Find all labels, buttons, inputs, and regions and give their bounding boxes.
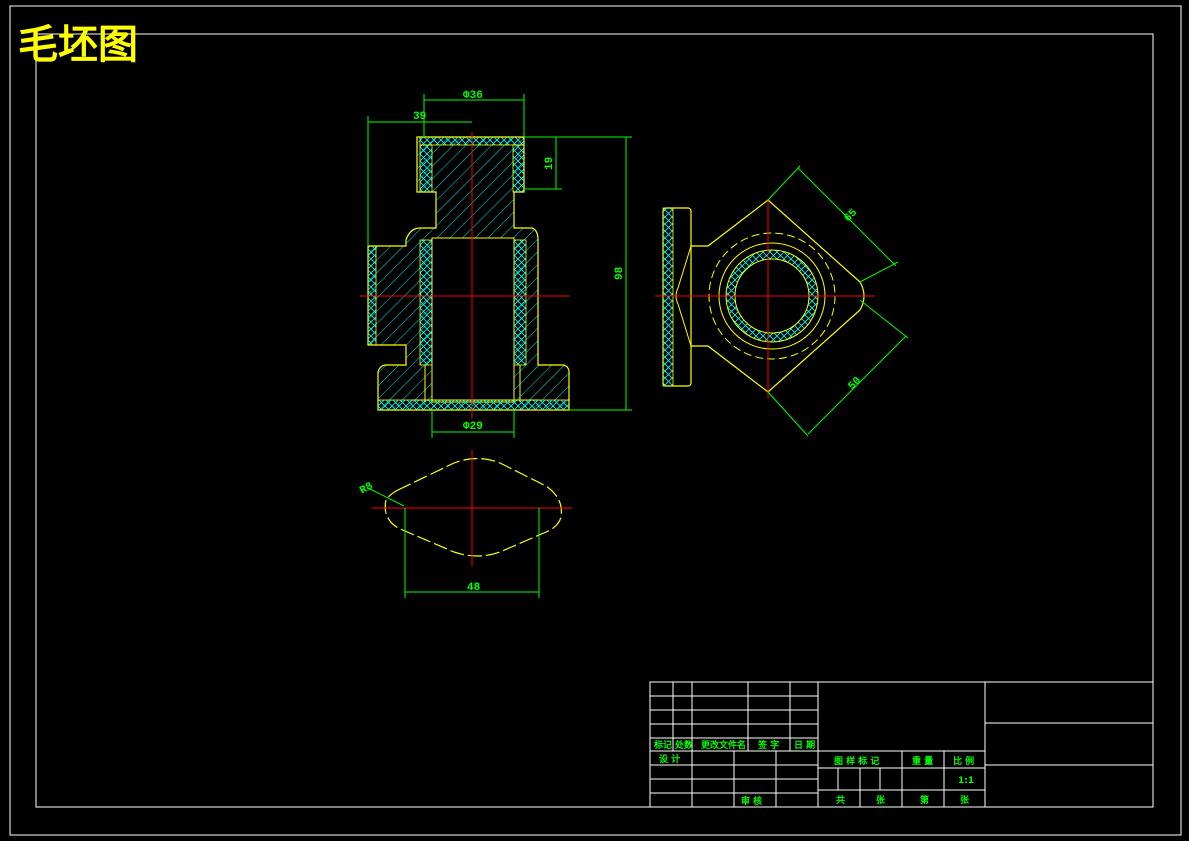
drawing-canvas: 毛坯图 Φ36 39 19 98 Φ29 65 50 R8 48 标记 处数 更…: [9, 5, 1182, 836]
tb-count: 处数: [674, 739, 694, 751]
dimension-d50-text: 50: [846, 375, 864, 393]
tb-sheet-no: 第: [920, 794, 929, 806]
dimension-d19: 19: [524, 136, 562, 190]
tb-signature: 签 字: [757, 739, 779, 751]
dimension-d29-text: Φ29: [463, 421, 483, 433]
dimension-d48-text: 48: [467, 582, 481, 594]
allowance-bottom: [377, 399, 570, 411]
side-view: 65 50: [655, 165, 909, 437]
tb-review: 审 核: [741, 795, 762, 807]
tb-design: 设 计: [659, 753, 680, 765]
dimension-d29: Φ29: [431, 410, 515, 438]
dimension-d98-text: 98: [614, 266, 626, 280]
drawing-title: 毛坯图: [18, 21, 138, 68]
allowance-bore-right: [513, 239, 527, 366]
allowance-top-right: [512, 144, 525, 193]
dimension-d36: Φ36: [423, 90, 525, 137]
tb-scale-value: 1:1: [958, 776, 974, 786]
front-view-bore: [431, 237, 515, 403]
tb-weight: 重 量: [912, 755, 933, 767]
dimension-d39-text: 39: [413, 111, 426, 123]
tb-stage-mark: 图 样 标 记: [834, 755, 879, 767]
top-view: R8 48: [358, 450, 572, 598]
tb-total: 共: [836, 794, 845, 806]
dimension-d19-text: 19: [544, 157, 556, 170]
dimension-r8: R8: [358, 480, 405, 507]
allowance-top-left: [419, 144, 433, 193]
top-view-outline: [384, 457, 562, 557]
tb-scale-label: 比 例: [953, 755, 974, 767]
allowance-bore-left: [419, 239, 433, 366]
tb-page: 张: [960, 794, 970, 806]
tb-date: 日 期: [794, 739, 815, 751]
tb-change-doc: 更改文件名: [701, 739, 746, 751]
dimension-r8-text: R8: [358, 480, 376, 497]
tb-mark: 标记: [653, 739, 672, 751]
front-section-view: Φ36 39 19 98 Φ29: [360, 90, 632, 438]
tb-sheets: 张: [876, 794, 886, 806]
dimension-d36-text: Φ36: [463, 90, 483, 102]
outer-border: [9, 5, 1182, 836]
dimension-d65-text: 65: [842, 207, 860, 225]
